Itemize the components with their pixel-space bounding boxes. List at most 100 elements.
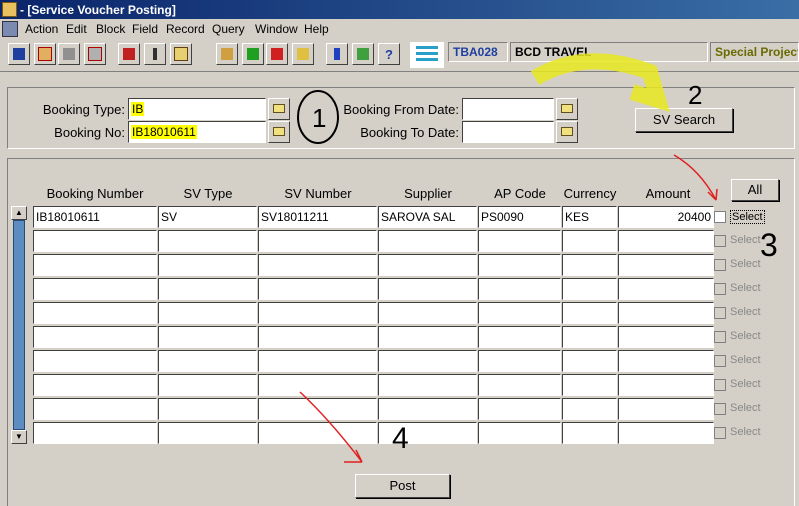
select-checkbox[interactable]: [714, 283, 726, 295]
menu-field[interactable]: Field: [132, 22, 158, 36]
table-cell[interactable]: [33, 374, 157, 396]
table-cell[interactable]: [258, 254, 377, 276]
table-cell[interactable]: [378, 254, 477, 276]
menu-window[interactable]: Window: [255, 22, 298, 36]
table-cell[interactable]: PS0090: [478, 206, 561, 228]
table-cell[interactable]: [33, 302, 157, 324]
select-checkbox[interactable]: [714, 331, 726, 343]
table-cell[interactable]: [378, 302, 477, 324]
select-checkbox[interactable]: [714, 307, 726, 319]
download-icon[interactable]: [326, 43, 348, 65]
table-cell[interactable]: [158, 326, 257, 348]
table-cell[interactable]: [562, 374, 617, 396]
table-cell[interactable]: [33, 278, 157, 300]
table-cell[interactable]: [158, 278, 257, 300]
table-cell[interactable]: [378, 230, 477, 252]
menu-query[interactable]: Query: [212, 22, 245, 36]
table-cell[interactable]: [618, 278, 714, 300]
booking-no-lov-icon[interactable]: [268, 121, 290, 143]
table-cell[interactable]: [158, 254, 257, 276]
table-cell[interactable]: KES: [562, 206, 617, 228]
table-cell[interactable]: [158, 302, 257, 324]
table-cell[interactable]: [618, 254, 714, 276]
table-cell[interactable]: [158, 422, 257, 444]
from-date-lov-icon[interactable]: [556, 98, 578, 120]
table-cell[interactable]: [478, 398, 561, 420]
help-icon[interactable]: ?: [378, 43, 400, 65]
table-cell[interactable]: [562, 398, 617, 420]
table-cell[interactable]: [618, 230, 714, 252]
edit-icon[interactable]: [292, 43, 314, 65]
table-cell[interactable]: [562, 350, 617, 372]
table-cell[interactable]: SV18011211: [258, 206, 377, 228]
table-cell[interactable]: [158, 230, 257, 252]
table-cell[interactable]: [618, 326, 714, 348]
select-checkbox[interactable]: [714, 259, 726, 271]
print-icon[interactable]: [58, 43, 80, 65]
table-cell[interactable]: IB18010611: [33, 206, 157, 228]
table-cell[interactable]: [258, 350, 377, 372]
menu-action[interactable]: Action: [25, 22, 58, 36]
table-cell[interactable]: [478, 422, 561, 444]
table-cell[interactable]: [618, 374, 714, 396]
table-cell[interactable]: [618, 398, 714, 420]
table-cell[interactable]: [158, 350, 257, 372]
select-checkbox[interactable]: [714, 235, 726, 247]
table-cell[interactable]: [562, 230, 617, 252]
select-checkbox[interactable]: [714, 355, 726, 367]
menu-record[interactable]: Record: [166, 22, 205, 36]
table-cell[interactable]: [258, 398, 377, 420]
table-cell[interactable]: [478, 278, 561, 300]
clear-icon[interactable]: [34, 43, 56, 65]
table-cell[interactable]: SV: [158, 206, 257, 228]
delete-record-icon[interactable]: [266, 43, 288, 65]
menu-help[interactable]: Help: [304, 22, 329, 36]
table-cell[interactable]: [33, 230, 157, 252]
table-cell[interactable]: [258, 278, 377, 300]
table-cell[interactable]: [258, 302, 377, 324]
menu-edit[interactable]: Edit: [66, 22, 87, 36]
table-cell[interactable]: [562, 422, 617, 444]
sv-search-button[interactable]: SV Search: [635, 108, 733, 132]
table-cell[interactable]: [158, 374, 257, 396]
table-cell[interactable]: [478, 302, 561, 324]
scroll-thumb[interactable]: [13, 220, 25, 430]
table-cell[interactable]: SAROVA SAL: [378, 206, 477, 228]
table-cell[interactable]: [478, 374, 561, 396]
table-cell[interactable]: [378, 326, 477, 348]
window-menu-icon[interactable]: [2, 21, 18, 37]
table-cell[interactable]: [478, 326, 561, 348]
scroll-down-icon[interactable]: ▼: [11, 430, 27, 444]
save-icon[interactable]: [8, 43, 30, 65]
table-cell[interactable]: [562, 278, 617, 300]
table-cell[interactable]: [258, 326, 377, 348]
table-cell[interactable]: [562, 326, 617, 348]
table-cell[interactable]: [618, 422, 714, 444]
from-date-field[interactable]: [462, 98, 554, 120]
table-cell[interactable]: [478, 230, 561, 252]
select-checkbox[interactable]: [714, 427, 726, 439]
to-date-field[interactable]: [462, 121, 554, 143]
table-cell[interactable]: 20400: [618, 206, 714, 228]
table-cell[interactable]: [33, 326, 157, 348]
booking-type-lov-icon[interactable]: [268, 98, 290, 120]
booking-no-field[interactable]: IB18010611: [128, 121, 266, 143]
vertical-scrollbar[interactable]: ▲ ▼: [11, 206, 27, 444]
table-cell[interactable]: [33, 398, 157, 420]
print-preview-icon[interactable]: [84, 43, 106, 65]
insert-record-icon[interactable]: [242, 43, 264, 65]
table-cell[interactable]: [33, 254, 157, 276]
select-all-button[interactable]: All: [731, 179, 779, 201]
table-cell[interactable]: [562, 302, 617, 324]
select-checkbox[interactable]: [714, 211, 726, 223]
post-button[interactable]: Post: [355, 474, 450, 498]
exit-icon[interactable]: [118, 43, 140, 65]
booking-type-field[interactable]: IB: [128, 98, 266, 120]
table-cell[interactable]: [33, 350, 157, 372]
table-cell[interactable]: [618, 302, 714, 324]
table-cell[interactable]: [258, 374, 377, 396]
table-cell[interactable]: [378, 350, 477, 372]
select-checkbox[interactable]: [714, 403, 726, 415]
table-cell[interactable]: [378, 374, 477, 396]
table-cell[interactable]: [258, 230, 377, 252]
